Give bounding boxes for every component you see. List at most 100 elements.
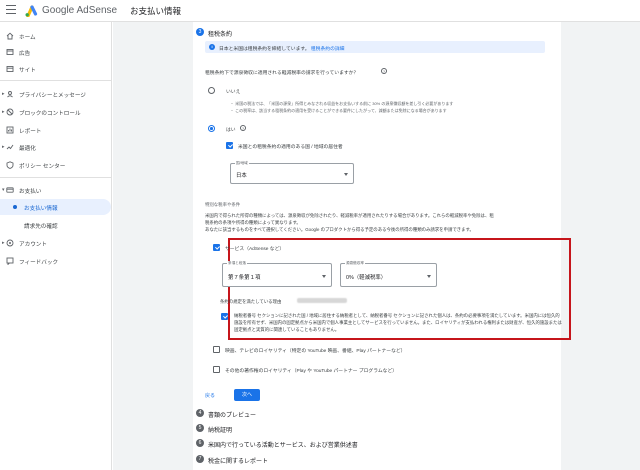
no-bullet-2: ・ この税率は、該当する租税条約の適用を受けることができる要件にしたがって、減額… — [230, 108, 447, 113]
privacy-icon — [7, 91, 13, 98]
sidebar-item-account[interactable]: ▸ アカウント — [0, 235, 111, 251]
attest-text: 納税者番号 セクションに記された国 / 地域に居住する納税者として、納税者番号 … — [234, 313, 562, 332]
article-select-label: 条項と段落 — [227, 261, 247, 266]
sidebar-item-ads[interactable]: 広告 — [0, 44, 111, 60]
info-text: 日本と米国は租税条約を締結しています。 — [219, 46, 310, 52]
payments-icon — [6, 187, 14, 193]
sidebar-item-label: 広告 — [19, 51, 31, 57]
sidebar-item-label: プライバシーとメッセージ — [19, 93, 86, 99]
other-royalty-checkbox[interactable] — [213, 366, 220, 373]
other-royalty-checkbox-label: その他の著作権のロイヤリティ（Play や YouTube パートナー プログラ… — [225, 369, 398, 374]
block-icon — [6, 108, 14, 116]
sidebar-item-home[interactable]: ホーム — [0, 28, 111, 44]
collapse-icon: ▾ — [2, 187, 5, 193]
expand-icon: ▸ — [2, 240, 5, 246]
step-number: 5 — [196, 424, 204, 432]
help-icon[interactable]: ? — [240, 125, 246, 131]
policy-icon — [6, 161, 14, 169]
film-checkbox[interactable] — [213, 346, 220, 353]
radio-no-label: いいえ — [226, 90, 241, 95]
sidebar-item-label: お支払い情報 — [24, 206, 58, 212]
radio-no[interactable] — [208, 87, 215, 94]
step-title[interactable]: 税金に関するレポート — [208, 456, 268, 465]
step-number: 4 — [196, 409, 204, 417]
rate-select-value: 0%（軽減税率） — [346, 275, 387, 281]
sidebar-item-payments[interactable]: ▾ お支払い — [0, 182, 111, 198]
account-icon — [6, 239, 14, 247]
ads-icon — [6, 49, 14, 55]
active-dot-icon — [13, 205, 17, 209]
special-rates-text-2: 税条約の条項や所得の種類によって異なります。 — [205, 220, 301, 225]
redacted-field — [297, 298, 347, 303]
radio-yes[interactable] — [208, 125, 215, 132]
step-number: 3 — [196, 28, 204, 36]
sidebar-item-feedback[interactable]: フィードバック — [0, 253, 111, 269]
sidebar-item-label: サイト — [19, 68, 36, 74]
back-button[interactable]: 戻る — [205, 392, 215, 399]
sidebar-item-reports[interactable]: レポート — [0, 122, 111, 138]
resident-checkbox-label: 米国との租税条約の適用のある国 / 地域の居住者 — [238, 145, 343, 150]
sidebar-item-label: ホーム — [19, 35, 36, 41]
special-rates-text-1: 米国内で得られた所得の種類によっては、源泉徴収が免除されたり、軽減税率が適用され… — [205, 213, 494, 218]
reports-icon — [6, 126, 14, 134]
services-checkbox[interactable] — [213, 244, 220, 251]
treaty-question: 租税条約下で源泉徴収に適用される軽減税率の請求を行っていますか？ — [205, 71, 359, 76]
sidebar-item-label: お支払い — [19, 189, 42, 195]
step-title[interactable]: 納税証明 — [208, 425, 232, 434]
film-checkbox-label: 映画、テレビのロイヤリティ（特定の YouTube 映画、番組、Play パート… — [225, 349, 406, 354]
radio-yes-label: はい — [226, 128, 236, 133]
sidebar: ホーム 広告 サイト ▸ プライバシーとメッセージ ▸ ブロックのコントロール … — [0, 22, 112, 470]
rate-select-label: 源泉徴収率 — [345, 261, 365, 266]
rate-select[interactable]: 源泉徴収率 0%（軽減税率） — [340, 261, 437, 287]
reason-label: 条約の規定を満たしている理由 — [220, 299, 282, 304]
sidebar-item-label: 請求先の確認 — [24, 224, 58, 230]
sidebar-item-label: レポート — [19, 129, 42, 135]
next-button[interactable]: 次へ — [234, 389, 260, 401]
no-bullet-1: ・ 米国の税法では、「米国の源泉」所得とみなされる収益をお支払いする前に 30%… — [230, 101, 454, 106]
page-title: お支払い情報 — [130, 6, 182, 16]
country-select-label: 国/地域 — [235, 161, 249, 166]
special-rates-text-3: あなたに該当するものをすべて選択してください。Google のプロダクトから得る… — [205, 227, 474, 232]
info-banner: i 日本と米国は租税条約を締結しています。 租税条約の詳細 — [205, 41, 545, 53]
sidebar-divider — [0, 177, 111, 178]
sidebar-item-label: 最適化 — [19, 146, 36, 152]
sidebar-item-block-controls[interactable]: ▸ ブロックのコントロール — [0, 104, 111, 120]
special-rates-title: 特別な税率や条件 — [205, 202, 241, 207]
top-bar: Google AdSense お支払い情報 — [0, 0, 640, 22]
step-title[interactable]: 書類のプレビュー — [208, 410, 256, 419]
sidebar-item-privacy[interactable]: ▸ プライバシーとメッセージ — [0, 86, 111, 102]
step-title[interactable]: 租税条約 — [208, 29, 232, 38]
menu-icon[interactable] — [6, 5, 16, 15]
sidebar-item-label: フィードバック — [19, 260, 59, 266]
sidebar-item-label: ブロックのコントロール — [19, 111, 81, 117]
dropdown-arrow-icon — [344, 173, 348, 176]
feedback-icon — [6, 257, 14, 265]
expand-icon: ▸ — [2, 144, 5, 150]
expand-icon: ▸ — [2, 91, 5, 97]
help-icon[interactable]: ? — [381, 68, 387, 74]
home-icon — [6, 32, 14, 40]
article-select[interactable]: 条項と段落 第７条第１項 — [222, 261, 332, 287]
step-number: 6 — [196, 439, 204, 447]
sidebar-item-optimize[interactable]: ▸ 最適化 — [0, 139, 111, 155]
dropdown-arrow-icon — [322, 275, 326, 278]
sidebar-divider — [0, 80, 111, 81]
sidebar-item-payment-info[interactable]: お支払い情報 — [0, 199, 111, 215]
adsense-logo-icon[interactable] — [24, 4, 38, 17]
resident-checkbox[interactable] — [226, 142, 233, 149]
country-select[interactable]: 国/地域 日本 — [230, 161, 354, 184]
expand-icon: ▸ — [2, 109, 5, 115]
country-select-value: 日本 — [236, 173, 247, 179]
optimize-icon — [6, 144, 14, 150]
sidebar-item-policy-center[interactable]: ポリシー センター — [0, 157, 111, 173]
attest-checkbox[interactable] — [221, 313, 228, 320]
treaty-details-link[interactable]: 租税条約の詳細 — [311, 47, 345, 52]
sidebar-item-sites[interactable]: サイト — [0, 61, 111, 77]
sidebar-item-billing-check[interactable]: 請求先の確認 — [0, 217, 111, 233]
dropdown-arrow-icon — [427, 275, 431, 278]
sidebar-item-label: ポリシー センター — [19, 164, 66, 170]
step-title[interactable]: 米国内で行っている活動とサービス、および営業供述書 — [208, 440, 358, 449]
info-icon: i — [209, 44, 215, 50]
sidebar-item-label: アカウント — [19, 242, 47, 248]
services-checkbox-label: サービス（AdSense など） — [225, 247, 285, 252]
